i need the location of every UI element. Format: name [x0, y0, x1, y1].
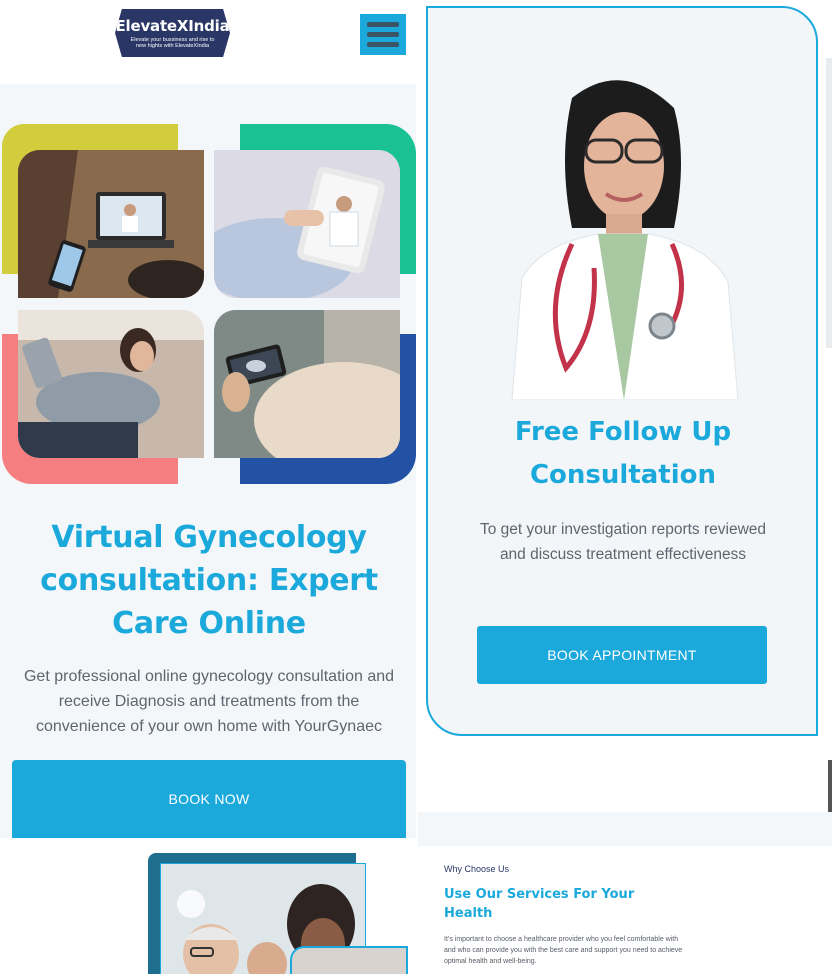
inset-photo	[290, 946, 408, 974]
why-choose-text: It’s important to choose a healthcare pr…	[444, 936, 683, 965]
side-edge	[826, 58, 832, 348]
book-now-button[interactable]: BOOK NOW	[12, 760, 406, 838]
hero-description: Get professional online gynecology consu…	[23, 668, 395, 735]
doctor-photo	[502, 68, 744, 400]
photo-pregnant-woman-tablet	[18, 310, 204, 458]
card-description: To get your investigation reports review…	[479, 521, 767, 563]
logo-tagline: Elevate your bussiness and rise to new h…	[130, 37, 215, 49]
why-choose-title: Use Our Services For Your Health	[444, 887, 635, 921]
site-header: ElevateXIndia Elevate your bussiness and…	[0, 0, 418, 84]
section-band	[418, 812, 832, 846]
menu-bar	[367, 22, 399, 27]
photo-laptop-consultation	[18, 150, 204, 298]
menu-bar	[367, 32, 399, 37]
hero-section: Virtual Gynecology consultation: Expert …	[0, 84, 416, 838]
side-edge-dark	[828, 760, 832, 820]
photo-tablet-doctor	[214, 150, 400, 298]
menu-bar	[367, 42, 399, 47]
card-title: Free Follow Up Consultation	[514, 417, 732, 490]
why-choose-label: Why Choose Us	[444, 864, 510, 874]
follow-up-card: Free Follow Up Consultation To get your …	[426, 6, 818, 736]
photo-collage	[0, 124, 416, 486]
hamburger-menu-icon[interactable]	[360, 14, 406, 55]
logo-title: ElevateXIndia	[115, 17, 230, 35]
photo-ultrasound-phone	[214, 310, 400, 458]
elevatexindia-logo[interactable]: ElevateXIndia Elevate your bussiness and…	[115, 9, 230, 57]
book-appointment-button[interactable]: BOOK APPOINTMENT	[477, 626, 767, 684]
hero-title: Virtual Gynecology consultation: Expert …	[40, 520, 378, 641]
